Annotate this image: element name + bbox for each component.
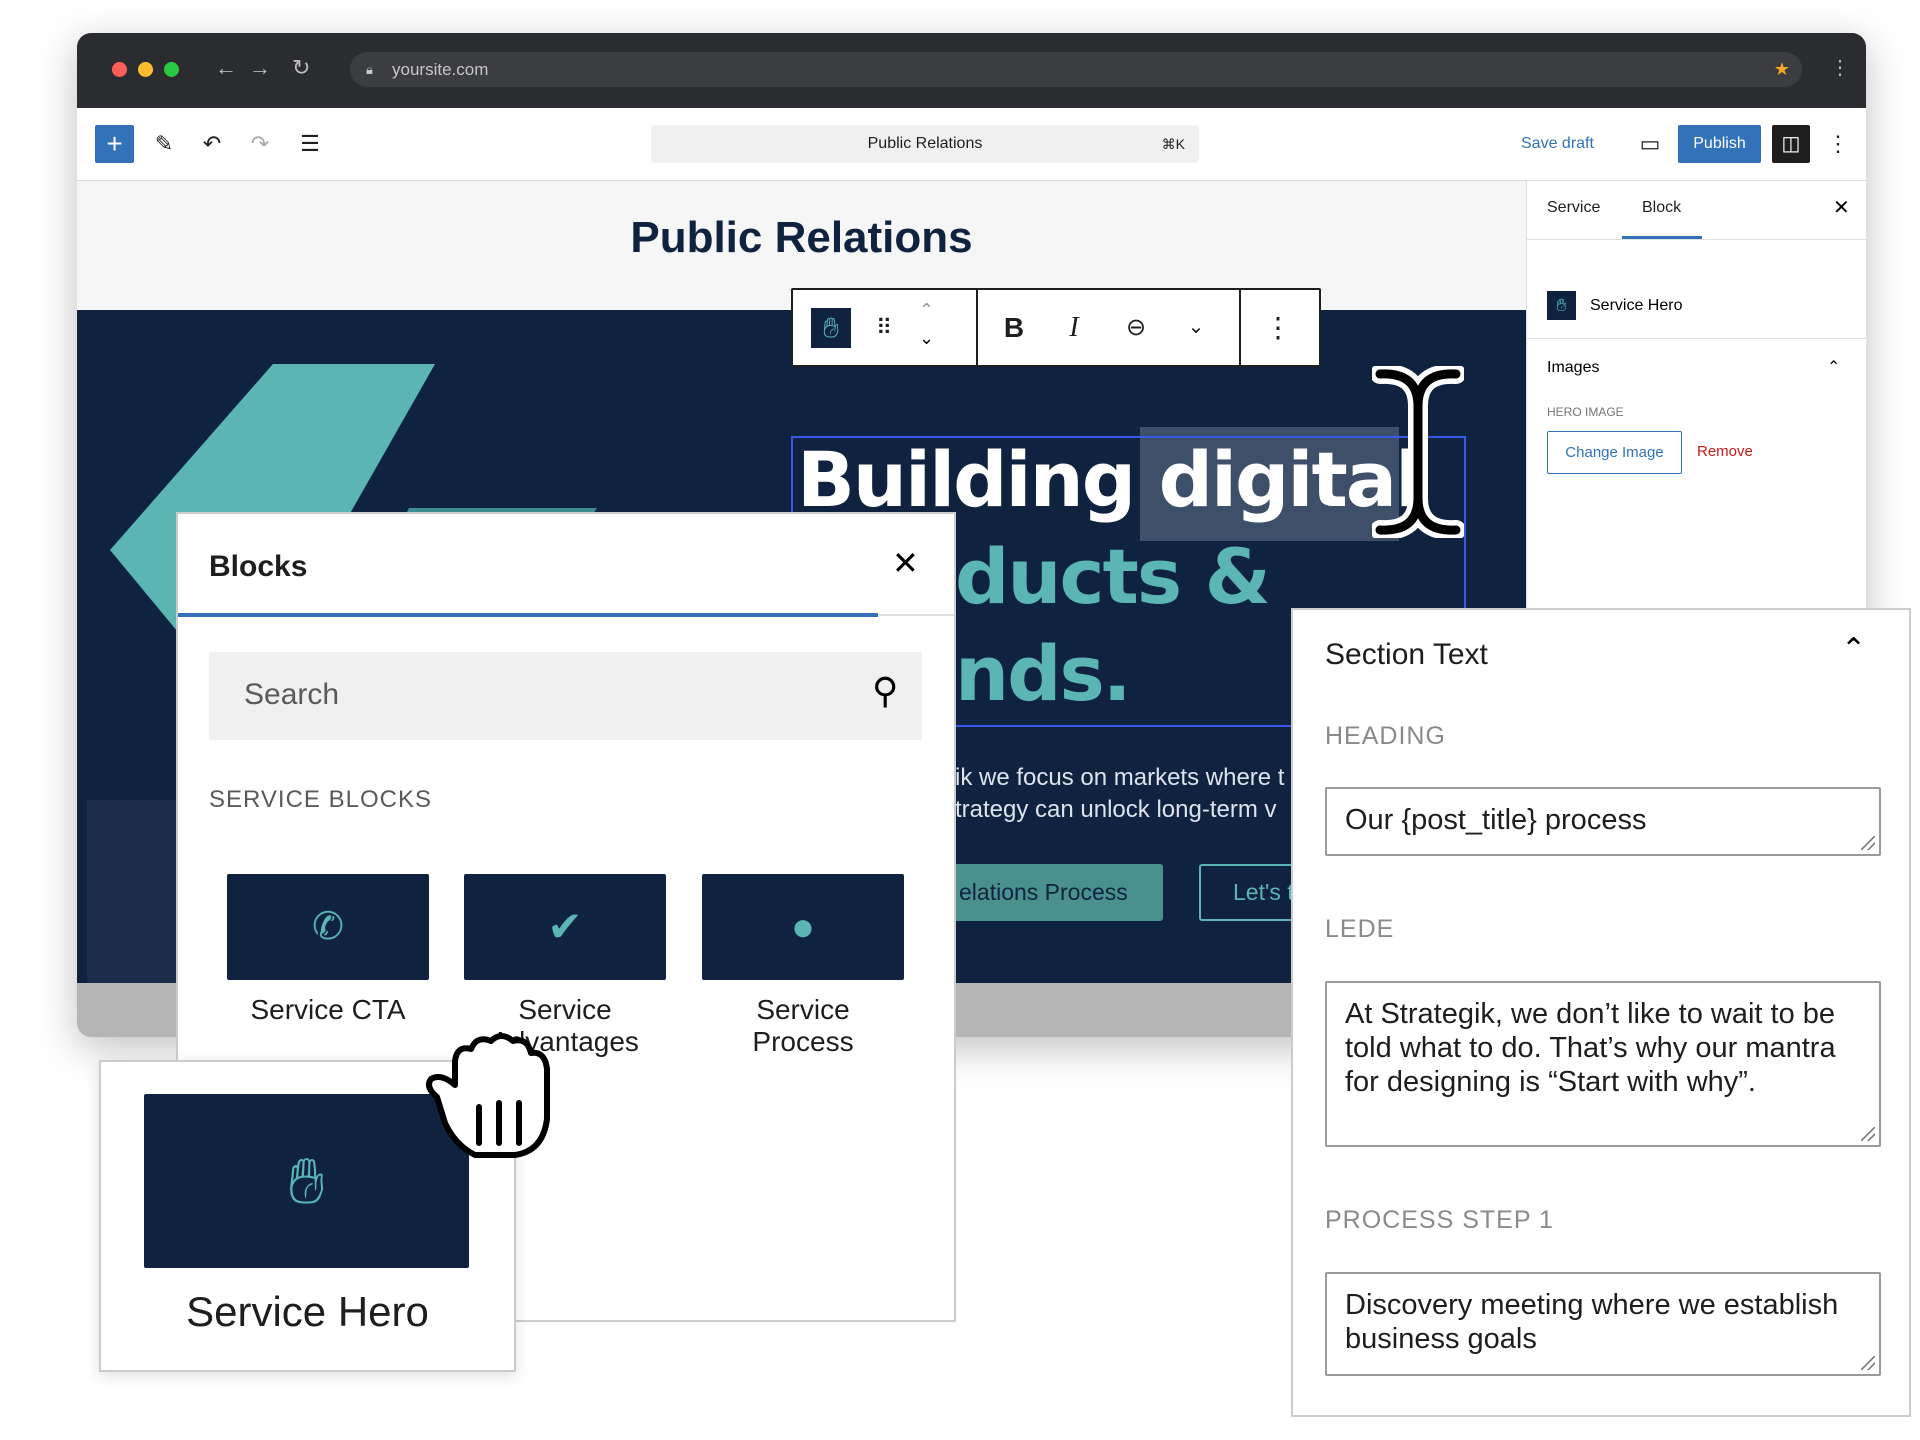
settings-sidebar-toggle[interactable]: ◫ [1772, 125, 1810, 163]
bold-button[interactable]: B [989, 290, 1039, 365]
divider [1239, 290, 1241, 365]
document-title: Public Relations [867, 135, 983, 152]
divider [1527, 338, 1866, 339]
divider [976, 290, 978, 365]
move-up-icon[interactable]: ⌃ [919, 300, 934, 321]
check-icon[interactable]: ✔ [464, 874, 666, 980]
block-options-icon[interactable]: ⋮ [1253, 290, 1303, 365]
phone-icon[interactable]: ✆ [227, 874, 429, 980]
hero-image-label: HERO IMAGE [1547, 405, 1624, 419]
chevron-up-icon[interactable]: ⌃ [1841, 632, 1866, 667]
dragged-block-label: Service Hero [186, 1288, 429, 1335]
compass-icon[interactable]: ● [702, 874, 904, 980]
back-icon[interactable]: ← [215, 55, 237, 81]
reload-icon[interactable]: ↻ [292, 55, 310, 81]
star-icon[interactable]: ★ [1774, 52, 1790, 87]
browser-menu-icon[interactable]: ⋮ [1830, 55, 1850, 80]
drag-handle-icon[interactable]: ⠿ [869, 290, 899, 365]
close-sidebar-icon[interactable]: ✕ [1833, 195, 1850, 220]
panel-title: Blocks [209, 550, 308, 583]
italic-button[interactable]: I [1049, 290, 1099, 365]
pencil-icon[interactable]: ✎ [149, 125, 179, 163]
grab-hand-cursor-icon [426, 1033, 550, 1158]
link-icon[interactable]: ⊖ [1111, 290, 1161, 365]
divider [1527, 239, 1866, 240]
close-icon[interactable]: ✕ [892, 544, 919, 582]
list-view-icon[interactable]: ☰ [295, 125, 325, 163]
browser-chrome: ← → ↻ 🔒︎ yoursite.com ★ ⋮ [77, 33, 1866, 108]
hero-heading-line1[interactable]: Building digital [797, 435, 1421, 524]
block-type-icon[interactable]: ✋︎ [811, 308, 851, 348]
lock-icon: 🔒︎ [366, 62, 373, 77]
panel-title: Section Text [1325, 638, 1488, 671]
editor-toolbar: + ✎ ↶ ↷ ☰ Public Relations ⌘K Save draft… [77, 108, 1866, 181]
shortcut-hint: ⌘K [1161, 136, 1185, 152]
maximize-window-button[interactable] [164, 62, 179, 77]
post-title[interactable]: Public Relations [77, 213, 1526, 263]
tab-service[interactable]: Service [1547, 199, 1600, 217]
more-formats-chevron-icon[interactable]: ⌄ [1171, 290, 1221, 365]
hero-paragraph[interactable]: ik we focus on markets where t trategy ca… [955, 762, 1284, 826]
minimize-window-button[interactable] [138, 62, 153, 77]
category-heading: SERVICE BLOCKS [209, 786, 432, 813]
process-step-1-textarea[interactable]: Discovery meeting where we establish bus… [1325, 1272, 1881, 1376]
tab-block[interactable]: Block [1642, 199, 1681, 217]
undo-icon[interactable]: ↶ [197, 125, 227, 163]
block-name: Service Hero [1590, 297, 1683, 314]
hero-heading-line2[interactable]: ducts & [955, 532, 1271, 621]
hero-heading-line3[interactable]: nds. [955, 629, 1132, 718]
command-palette-button[interactable]: Public Relations ⌘K [651, 125, 1199, 163]
close-window-button[interactable] [112, 62, 127, 77]
heading-label: HEADING [1325, 722, 1446, 750]
preview-device-icon[interactable]: ▭ [1635, 125, 1665, 163]
add-block-button[interactable]: + [95, 125, 134, 163]
process-button[interactable]: elations Process [945, 864, 1163, 921]
address-bar[interactable]: 🔒︎ yoursite.com ★ [350, 52, 1802, 87]
text-cursor-icon [1372, 366, 1464, 538]
block-toolbar: ✋︎ ⠿ ⌃ ⌄ B I ⊖ ⌄ ⋮ [791, 288, 1321, 367]
block-item-service-cta[interactable]: Service CTA [208, 994, 448, 1026]
heading-input[interactable]: Our {post_title} process [1325, 787, 1881, 856]
search-placeholder: Search [244, 678, 340, 711]
lede-label: LEDE [1325, 915, 1395, 943]
save-draft-button[interactable]: Save draft [1521, 125, 1594, 163]
lede-textarea[interactable]: At Strategik, we don’t like to wait to b… [1325, 981, 1881, 1147]
images-panel-toggle[interactable]: Images [1547, 359, 1599, 377]
url-text: yoursite.com [392, 60, 489, 79]
active-tab-indicator [178, 613, 878, 617]
move-down-icon[interactable]: ⌄ [919, 328, 934, 349]
block-search-input[interactable]: Search ⚲ [209, 652, 922, 740]
search-icon[interactable]: ⚲ [872, 670, 898, 712]
forward-icon[interactable]: → [249, 55, 271, 81]
chevron-up-icon[interactable]: ⌃ [1827, 357, 1840, 377]
process-step-1-label: PROCESS STEP 1 [1325, 1206, 1554, 1234]
remove-image-button[interactable]: Remove [1697, 443, 1753, 460]
change-image-button[interactable]: Change Image [1547, 431, 1682, 474]
options-menu-icon[interactable]: ⋮ [1827, 125, 1849, 163]
publish-button[interactable]: Publish [1678, 125, 1761, 163]
redo-icon[interactable]: ↷ [245, 125, 275, 163]
section-text-panel: Section Text ⌃ HEADING Our {post_title} … [1291, 608, 1911, 1417]
block-item-service-process[interactable]: Service Process [683, 994, 923, 1058]
wave-hand-icon: ✋︎ [1547, 291, 1576, 320]
